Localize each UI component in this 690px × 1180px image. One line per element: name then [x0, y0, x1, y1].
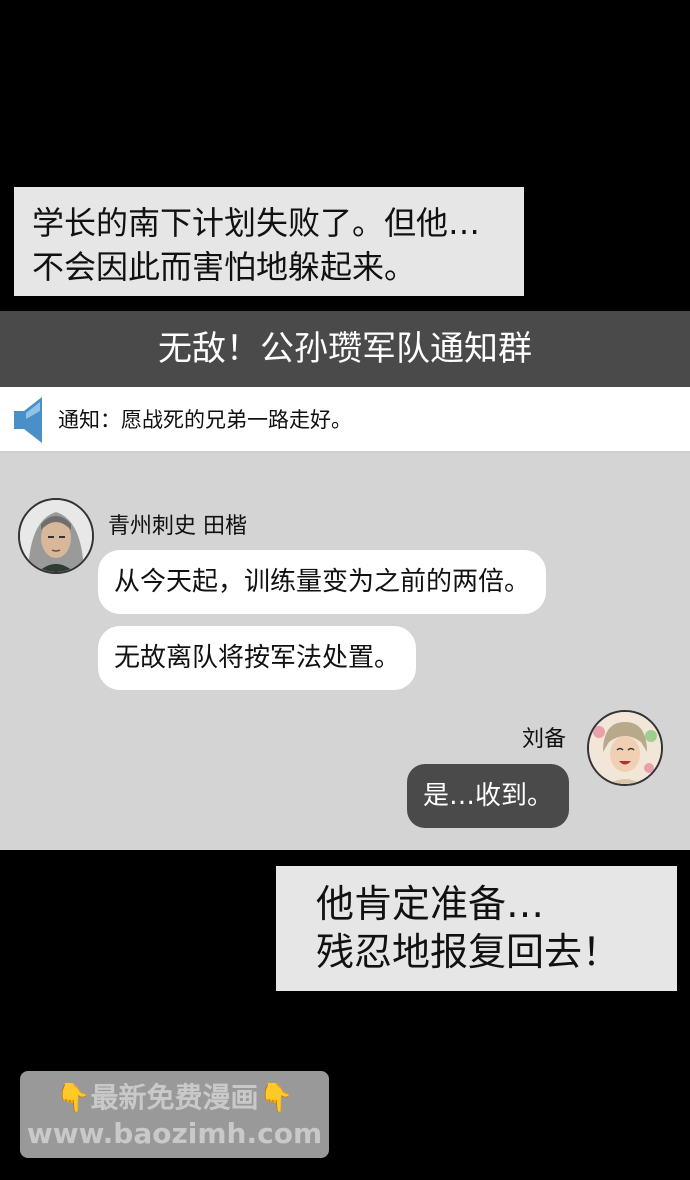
- watermark-text: 最新免费漫画: [90, 1081, 259, 1114]
- sender-name: 刘备: [522, 727, 567, 752]
- group-notice-bar[interactable]: 通知：愿战死的兄弟一路走好。: [0, 387, 690, 453]
- notice-text: 通知：愿战死的兄弟一路走好。: [58, 408, 352, 432]
- pointing-down-icon: 👇: [55, 1081, 91, 1114]
- message-bubble-outgoing[interactable]: 是…收到。: [407, 764, 570, 828]
- narration-caption-bottom: 他肯定准备… 残忍地报复回去！: [276, 866, 677, 991]
- narration-caption-top: 学长的南下计划失败了。但他… 不会因此而害怕地躲起来。: [14, 187, 524, 296]
- message-bubble[interactable]: 从今天起，训练量变为之前的两倍。: [98, 550, 547, 614]
- narration-line: 学长的南下计划失败了。但他…: [32, 204, 481, 242]
- chat-message-area: 青州刺史 田楷 从今天起，训练量变为之前的两倍。 无故离队将按军法处置。 刘备 …: [0, 453, 690, 850]
- avatar-liu-bei[interactable]: [587, 710, 663, 786]
- message-bubble[interactable]: 无故离队将按军法处置。: [98, 626, 417, 690]
- group-chat-title: 无敌！公孙瓒军队通知群: [0, 311, 690, 387]
- watermark-url: www.baozimh.com: [26, 1117, 323, 1150]
- pointing-down-icon: 👇: [258, 1081, 294, 1114]
- avatar-tian-kai[interactable]: [18, 498, 94, 574]
- sender-name: 青州刺史 田楷: [108, 514, 247, 539]
- speaker-icon: [12, 393, 46, 447]
- watermark-title: 👇最新免费漫画👇: [20, 1079, 329, 1117]
- site-watermark[interactable]: 👇最新免费漫画👇 www.baozimh.com: [20, 1071, 329, 1158]
- narration-line: 他肯定准备…: [316, 882, 545, 926]
- narration-line: 不会因此而害怕地躲起来。: [32, 248, 417, 286]
- narration-line: 残忍地报复回去！: [316, 930, 621, 974]
